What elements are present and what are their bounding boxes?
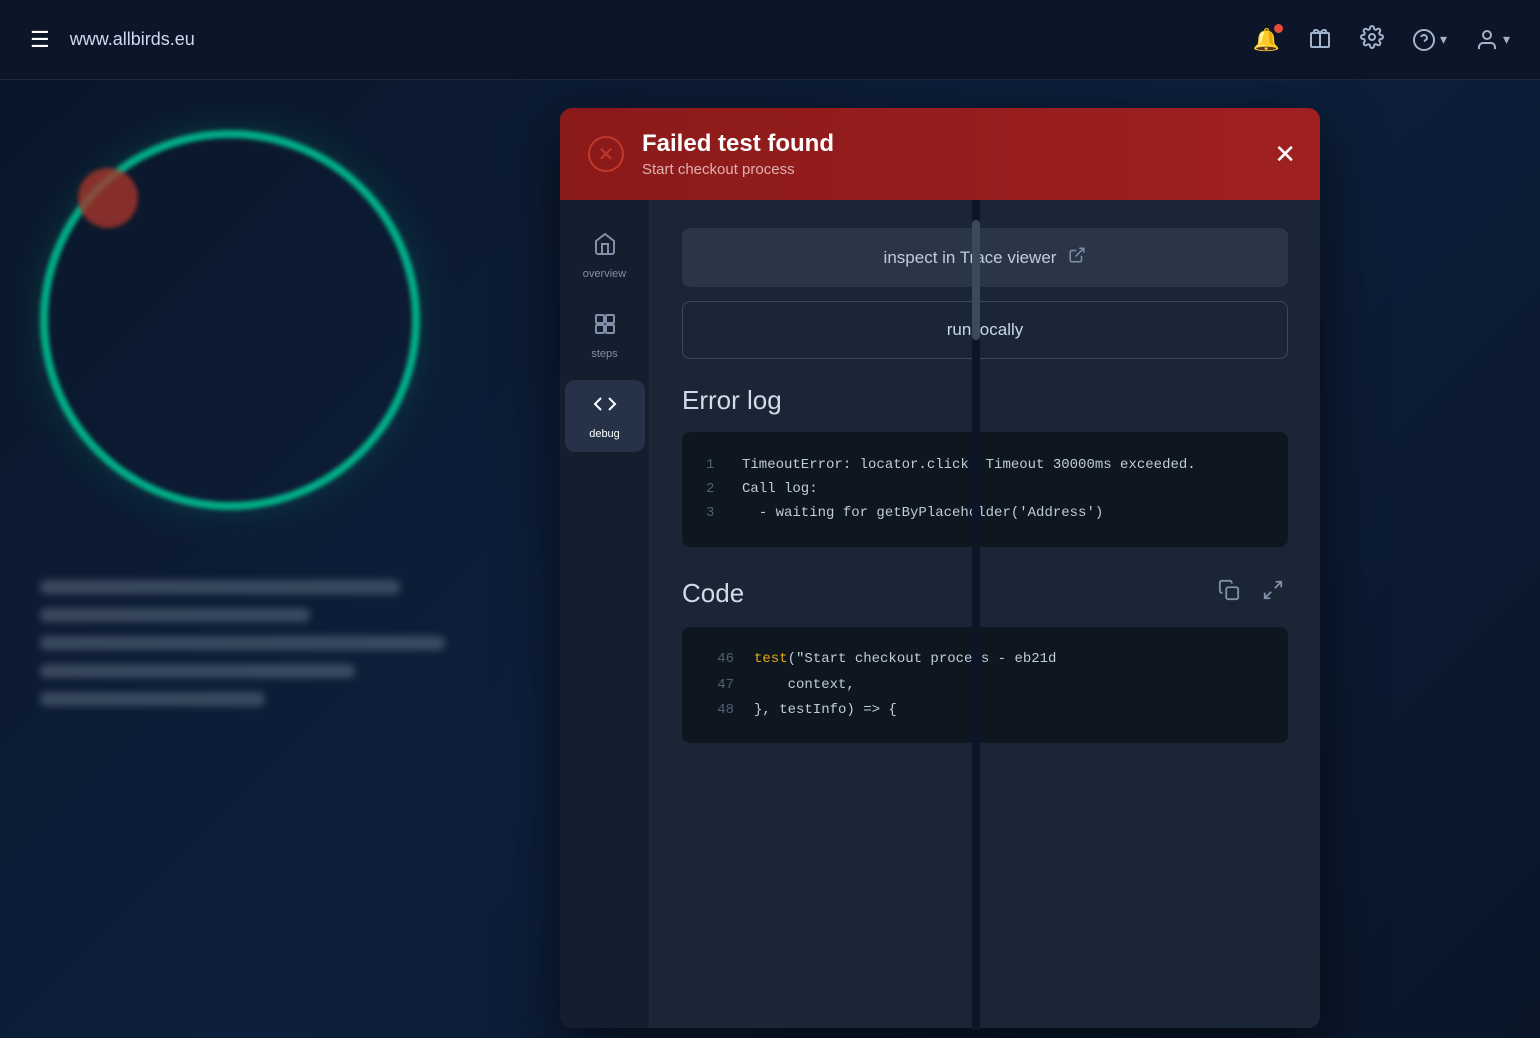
error-line-text-2: Call log: bbox=[742, 478, 818, 502]
user-icon-group[interactable]: ▾ bbox=[1475, 28, 1510, 52]
code-section-header: Code bbox=[682, 575, 1288, 611]
error-line-text-1: TimeoutError: locator.click: Timeout 300… bbox=[742, 454, 1196, 478]
notification-icon[interactable]: 🔔 bbox=[1253, 27, 1280, 53]
code-text-47: context, bbox=[754, 673, 855, 698]
scrollbar-thumb[interactable] bbox=[972, 220, 980, 340]
modal-title: Failed test found bbox=[642, 130, 1292, 158]
topbar: ☰ www.allbirds.eu 🔔 bbox=[0, 0, 1540, 80]
debug-label: debug bbox=[589, 428, 620, 440]
run-locally-label: run locally bbox=[947, 320, 1024, 340]
error-line-3: 3 - waiting for getByPlaceholder('Addres… bbox=[706, 502, 1264, 526]
steps-icon bbox=[593, 312, 617, 342]
expand-code-button[interactable] bbox=[1258, 575, 1288, 611]
user-chevron-icon: ▾ bbox=[1503, 31, 1510, 48]
blurred-left-content bbox=[40, 580, 490, 720]
code-line-46: 46 test("Start checkout process - eb21d bbox=[706, 647, 1264, 672]
code-box: 46 test("Start checkout process - eb21d … bbox=[682, 627, 1288, 743]
bg-circle-container bbox=[40, 130, 460, 550]
run-locally-button[interactable]: run locally bbox=[682, 301, 1288, 359]
sidebar-item-overview[interactable]: overview bbox=[565, 220, 645, 292]
steps-label: steps bbox=[591, 348, 617, 360]
topbar-right: 🔔 ▾ bbox=[1253, 25, 1510, 55]
modal-body: overview steps bbox=[560, 200, 1320, 1028]
settings-icon[interactable] bbox=[1360, 25, 1384, 55]
code-actions bbox=[1214, 575, 1288, 611]
topbar-url: www.allbirds.eu bbox=[70, 29, 195, 50]
error-log-box: 1 TimeoutError: locator.click: Timeout 3… bbox=[682, 432, 1288, 547]
hamburger-icon[interactable]: ☰ bbox=[30, 27, 50, 53]
copy-code-button[interactable] bbox=[1214, 575, 1244, 611]
overview-label: overview bbox=[583, 268, 626, 280]
error-log-title: Error log bbox=[682, 385, 1288, 416]
overview-icon bbox=[593, 232, 617, 262]
modal-header-text: Failed test found Start checkout process bbox=[642, 130, 1292, 178]
code-section-title: Code bbox=[682, 578, 744, 609]
code-line-num-48: 48 bbox=[706, 698, 734, 723]
external-link-icon bbox=[1068, 246, 1086, 269]
debug-icon bbox=[593, 392, 617, 422]
notification-dot bbox=[1274, 24, 1283, 33]
topbar-left: ☰ www.allbirds.eu bbox=[30, 27, 195, 53]
error-line-2: 2 Call log: bbox=[706, 478, 1264, 502]
inspect-label: inspect in Trace viewer bbox=[884, 248, 1057, 268]
error-line-1: 1 TimeoutError: locator.click: Timeout 3… bbox=[706, 454, 1264, 478]
help-chevron-icon: ▾ bbox=[1440, 31, 1447, 48]
modal-main-content: inspect in Trace viewer run locally Erro… bbox=[650, 200, 1320, 1028]
gift-icon[interactable] bbox=[1308, 25, 1332, 55]
error-line-num-1: 1 bbox=[706, 454, 726, 478]
bg-circle bbox=[40, 130, 420, 510]
error-line-num-2: 2 bbox=[706, 478, 726, 502]
code-keyword-test: test bbox=[754, 651, 788, 667]
error-line-text-3: - waiting for getByPlaceholder('Address'… bbox=[742, 502, 1103, 526]
code-line-48: 48 }, testInfo) => { bbox=[706, 698, 1264, 723]
modal-error-icon: ✕ bbox=[588, 136, 624, 172]
sidebar-item-steps[interactable]: steps bbox=[565, 300, 645, 372]
code-line-47: 47 context, bbox=[706, 673, 1264, 698]
scrollbar-track[interactable] bbox=[972, 200, 980, 1030]
code-line-num-46: 46 bbox=[706, 647, 734, 672]
modal-sidebar: overview steps bbox=[560, 200, 650, 1028]
modal-subtitle: Start checkout process bbox=[642, 161, 1292, 178]
modal-close-button[interactable]: ✕ bbox=[1274, 141, 1296, 167]
code-text-48: }, testInfo) => { bbox=[754, 698, 897, 723]
inspect-trace-button[interactable]: inspect in Trace viewer bbox=[682, 228, 1288, 287]
code-line-num-47: 47 bbox=[706, 673, 734, 698]
modal: ✕ Failed test found Start checkout proce… bbox=[560, 108, 1320, 1028]
modal-header: ✕ Failed test found Start checkout proce… bbox=[560, 108, 1320, 200]
code-text-46: test("Start checkout process - eb21d bbox=[754, 647, 1056, 672]
sidebar-item-debug[interactable]: debug bbox=[565, 380, 645, 452]
help-icon-group[interactable]: ▾ bbox=[1412, 28, 1447, 52]
error-line-num-3: 3 bbox=[706, 502, 726, 526]
